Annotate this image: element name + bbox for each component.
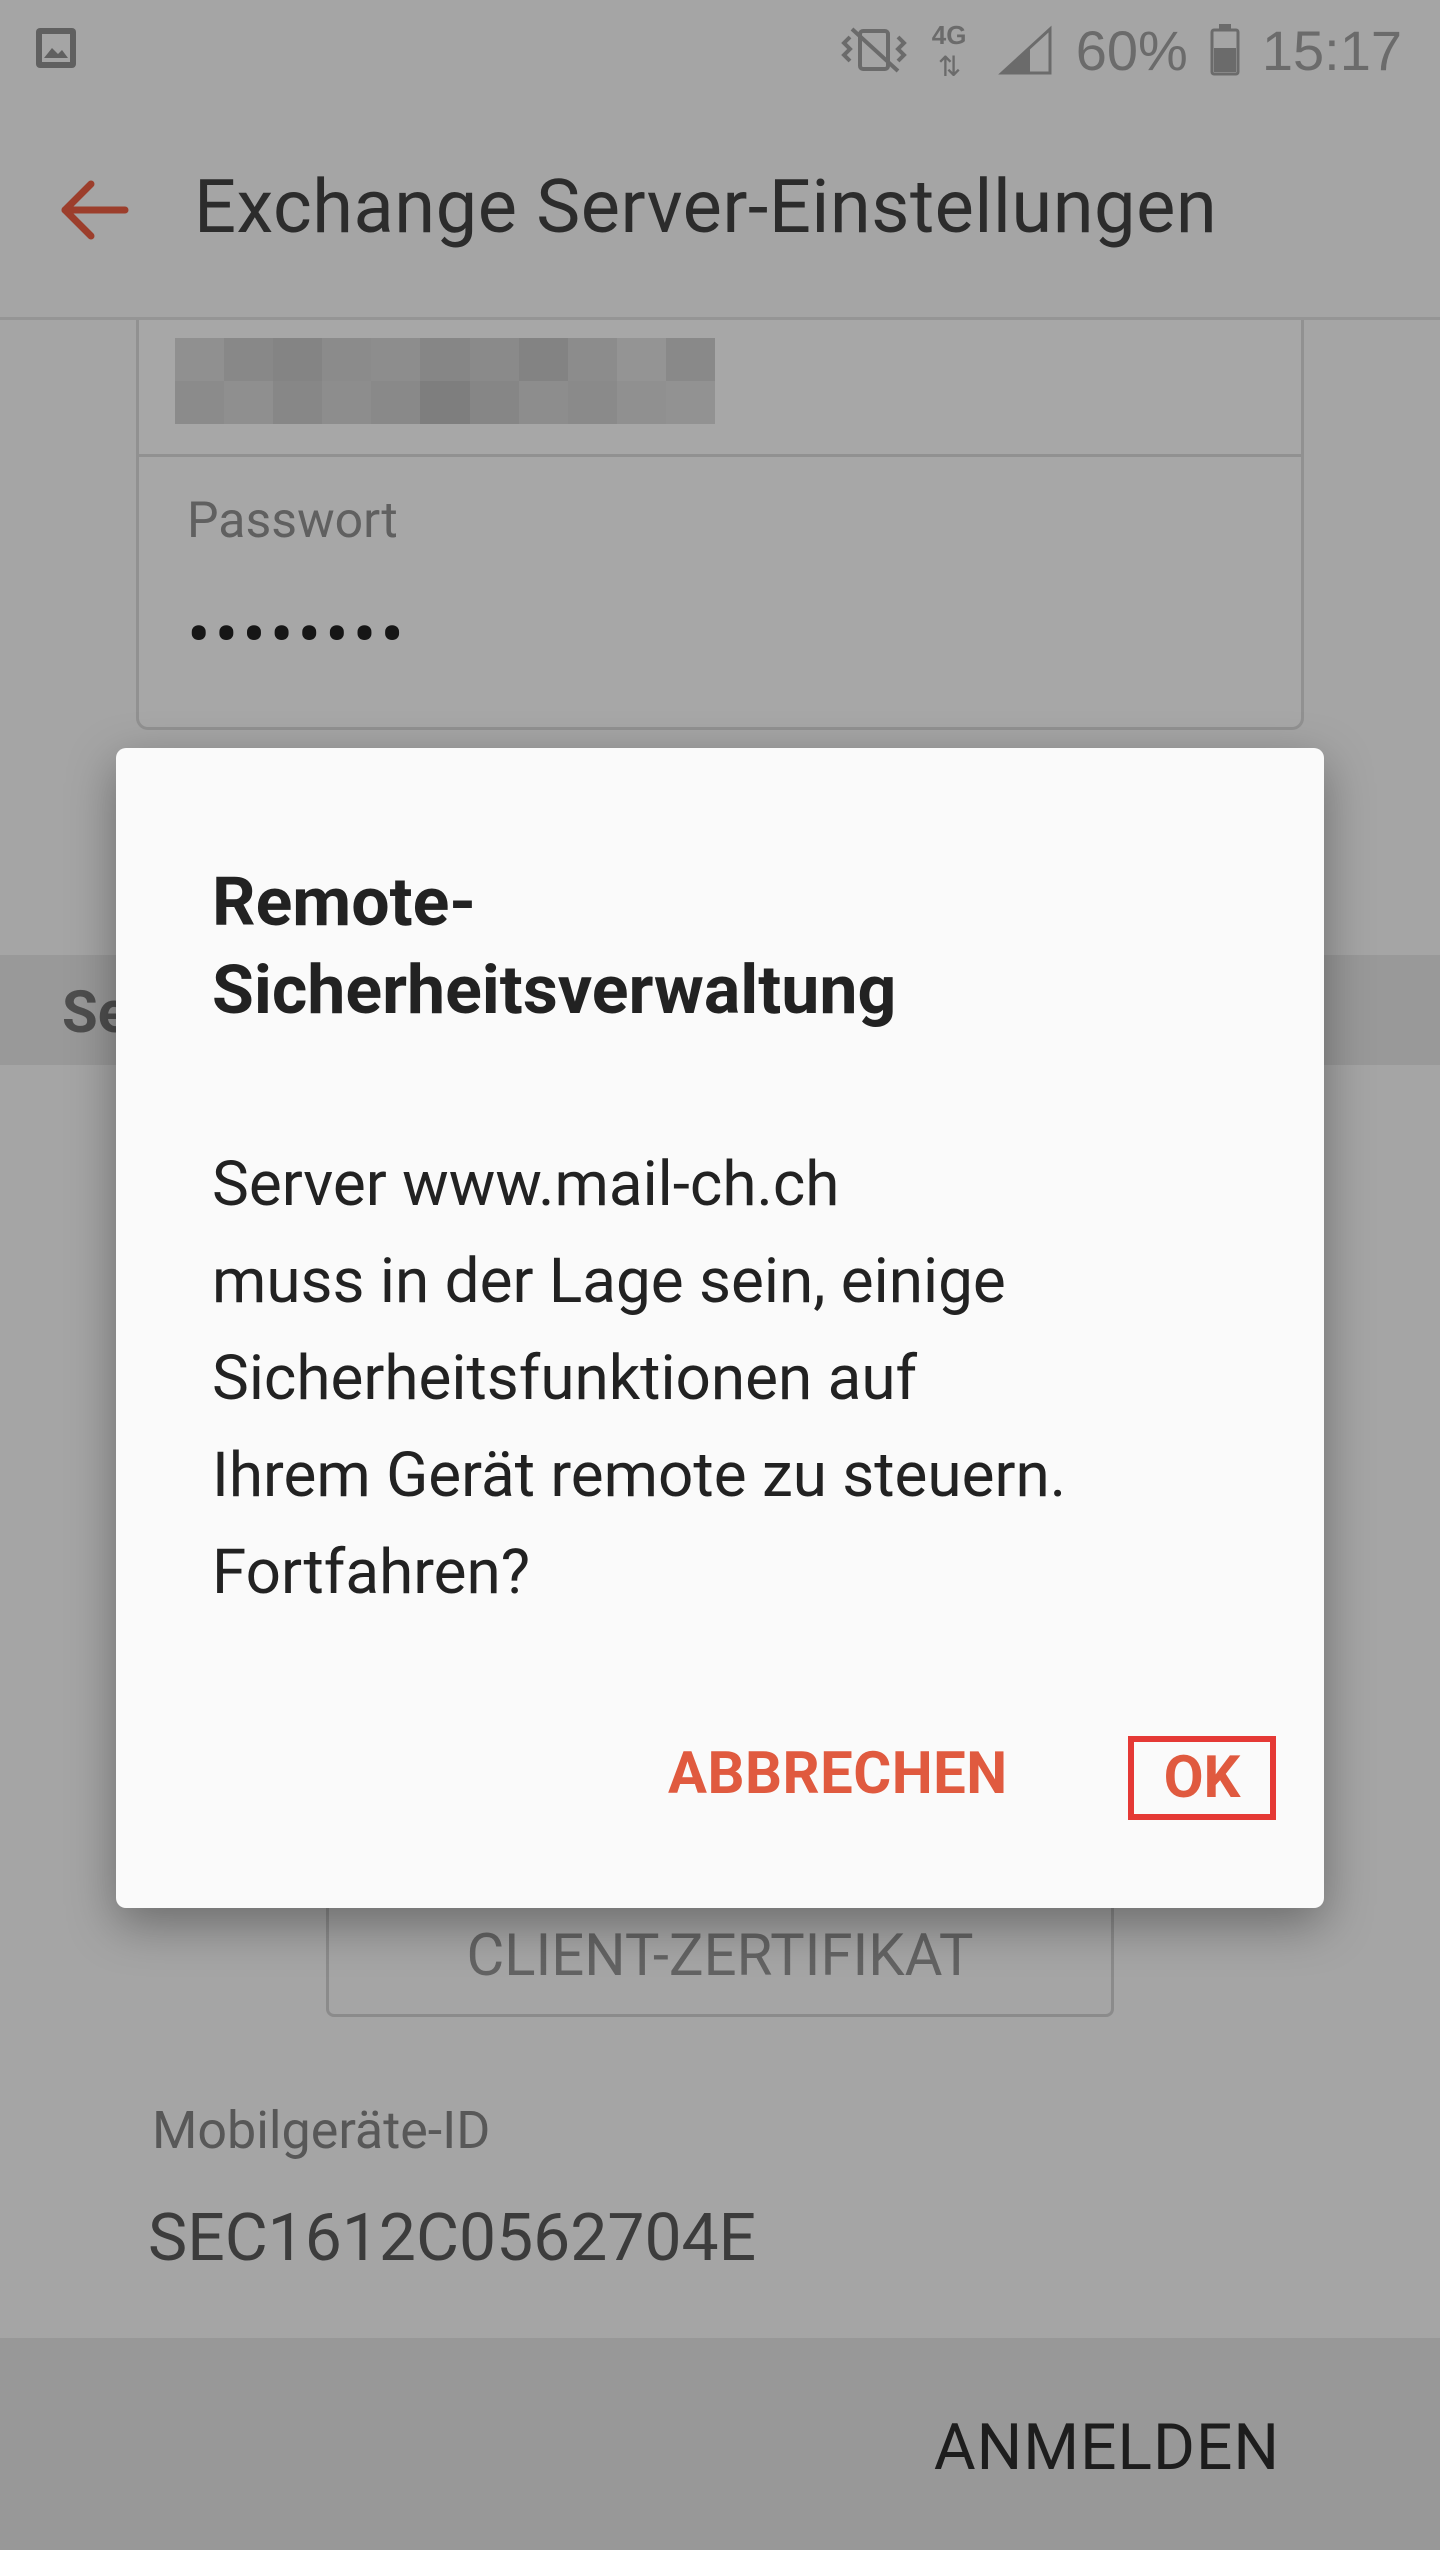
dialog-title: Remote- Sicherheitsverwaltung — [212, 862, 897, 1030]
dialog-message: Server www.mail-ch.ch muss in der Lage s… — [212, 1148, 1067, 1609]
remote-security-dialog: Remote- Sicherheitsverwaltung Server www… — [116, 748, 1324, 1908]
cancel-button[interactable]: ABBRECHEN — [668, 1740, 1008, 1808]
ok-button[interactable]: OK — [1128, 1736, 1276, 1820]
